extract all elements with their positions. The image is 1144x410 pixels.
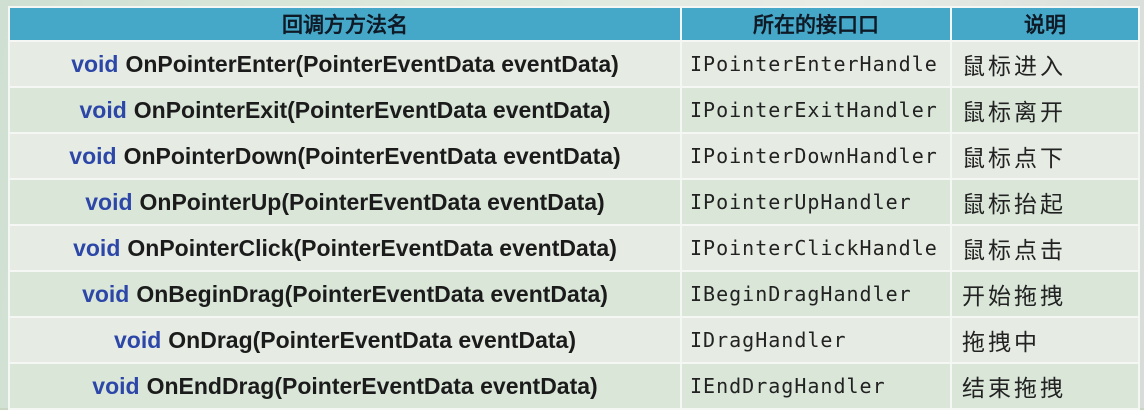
- return-type-keyword: void: [69, 142, 117, 169]
- method-signature: OnDrag(PointerEventData eventData): [168, 326, 576, 353]
- interface-cell: IEndDragHandler: [680, 362, 952, 410]
- method-cell: void OnPointerClick(PointerEventData even…: [8, 224, 682, 272]
- table-row: void OnDrag(PointerEventData eventData) I…: [8, 316, 1140, 364]
- method-cell: void OnPointerEnter(PointerEventData even…: [8, 40, 682, 88]
- table-row: void OnPointerExit(PointerEventData event…: [8, 86, 1140, 134]
- header-description: 说明: [950, 6, 1140, 42]
- method-signature: OnBeginDrag(PointerEventData eventData): [136, 280, 608, 307]
- method-signature: OnPointerEnter(PointerEventData eventDat…: [125, 50, 619, 77]
- method-cell: void OnPointerDown(PointerEventData event…: [8, 132, 682, 180]
- method-signature: OnPointerUp(PointerEventData eventData): [139, 188, 605, 215]
- method-cell: void OnPointerUp(PointerEventData eventDa…: [8, 178, 682, 226]
- method-signature: OnPointerClick(PointerEventData eventDat…: [127, 234, 617, 261]
- header-interface: 所在的接口口: [680, 6, 952, 42]
- table-row: void OnBeginDrag(PointerEventData eventDa…: [8, 270, 1140, 318]
- table-header: 回调方方法名 所在的接口口 说明: [8, 6, 1140, 42]
- callback-methods-table: 回调方方法名 所在的接口口 说明 void OnPointerEnter(Poin…: [8, 6, 1140, 410]
- description-cell: 鼠标离开: [950, 86, 1140, 134]
- table-row: void OnEndDrag(PointerEventData eventData…: [8, 362, 1140, 410]
- description-cell: 结束拖拽: [950, 362, 1140, 410]
- return-type-keyword: void: [82, 280, 130, 307]
- return-type-keyword: void: [92, 372, 140, 399]
- interface-cell: IDragHandler: [680, 316, 952, 364]
- header-method-name: 回调方方法名: [8, 6, 682, 42]
- method-cell: void OnBeginDrag(PointerEventData eventDa…: [8, 270, 682, 318]
- description-cell: 鼠标抬起: [950, 178, 1140, 226]
- table-row: void OnPointerDown(PointerEventData event…: [8, 132, 1140, 180]
- description-cell: 拖拽中: [950, 316, 1140, 364]
- interface-cell: IBeginDragHandler: [680, 270, 952, 318]
- description-cell: 鼠标点击: [950, 224, 1140, 272]
- interface-cell: IPointerExitHandler: [680, 86, 952, 134]
- return-type-keyword: void: [85, 188, 133, 215]
- method-signature: OnEndDrag(PointerEventData eventData): [146, 372, 598, 399]
- photo-background: 回调方方法名 所在的接口口 说明 void OnPointerEnter(Poin…: [0, 0, 1144, 410]
- return-type-keyword: void: [71, 50, 119, 77]
- interface-cell: IPointerClickHandle: [680, 224, 952, 272]
- description-cell: 鼠标点下: [950, 132, 1140, 180]
- interface-cell: IPointerUpHandler: [680, 178, 952, 226]
- table-body: void OnPointerEnter(PointerEventData even…: [8, 40, 1140, 410]
- header-row: 回调方方法名 所在的接口口 说明: [8, 6, 1140, 42]
- return-type-keyword: void: [114, 326, 162, 353]
- description-cell: 开始拖拽: [950, 270, 1140, 318]
- method-cell: void OnDrag(PointerEventData eventData): [8, 316, 682, 364]
- return-type-keyword: void: [73, 234, 121, 261]
- method-cell: void OnPointerExit(PointerEventData event…: [8, 86, 682, 134]
- return-type-keyword: void: [79, 96, 127, 123]
- description-cell: 鼠标进入: [950, 40, 1140, 88]
- table-row: void OnPointerEnter(PointerEventData even…: [8, 40, 1140, 88]
- method-signature: OnPointerDown(PointerEventData eventData…: [123, 142, 621, 169]
- method-cell: void OnEndDrag(PointerEventData eventData…: [8, 362, 682, 410]
- method-signature: OnPointerExit(PointerEventData eventData…: [133, 96, 611, 123]
- table-row: void OnPointerUp(PointerEventData eventDa…: [8, 178, 1140, 226]
- table-row: void OnPointerClick(PointerEventData even…: [8, 224, 1140, 272]
- interface-cell: IPointerDownHandler: [680, 132, 952, 180]
- interface-cell: IPointerEnterHandle: [680, 40, 952, 88]
